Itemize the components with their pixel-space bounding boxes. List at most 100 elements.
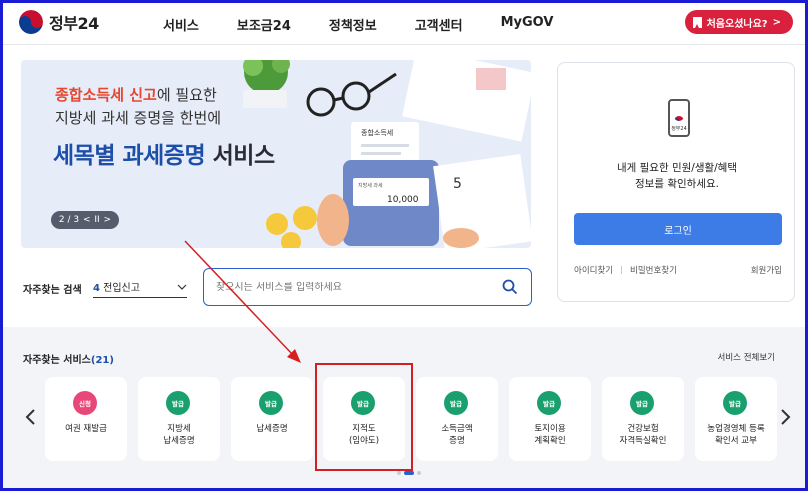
popular-search-rank: 4 (93, 283, 100, 294)
receipt-title: 종합소득세 (361, 128, 393, 137)
service-label-line1: 여권 재발급 (65, 424, 107, 434)
mobile-phone-icon: 정부24 (668, 99, 690, 137)
service-label-line1: 건강보험 (627, 424, 659, 434)
login-card: 정부24 내게 필요한 민원/생활/혜택 정보를 확인하세요. 로그인 아이디찾… (557, 62, 795, 302)
search-icon[interactable] (502, 279, 518, 295)
calendar-day: 5 (453, 176, 462, 192)
service-card[interactable]: 발급 납세증명 (231, 377, 313, 461)
popular-search-value: 4 전입신고 (93, 279, 140, 294)
hand-image (317, 194, 349, 246)
login-desc-line2: 정보를 확인하세요. (635, 178, 719, 190)
service-badge: 발급 (444, 391, 468, 415)
service-label: 토지이용계획확인 (509, 423, 591, 447)
service-label-line1: 지적도 (352, 424, 376, 434)
carousel-dot-active[interactable] (404, 471, 414, 475)
service-card[interactable]: 발급 토지이용계획확인 (509, 377, 591, 461)
service-card[interactable]: 발급 소득금액증명 (416, 377, 498, 461)
taegeuk-logo-icon (19, 10, 43, 34)
service-label: 건강보험자격득실확인 (602, 423, 684, 447)
service-badge: 발급 (259, 391, 283, 415)
service-card[interactable]: 발급 지방세납세증명 (138, 377, 220, 461)
service-badge: 신청 (73, 391, 97, 415)
link-divider (621, 266, 622, 274)
banner-title-blue: 세목별 과세증명 (53, 143, 206, 169)
page-frame: 정부24 서비스 보조금24 정책정보 고객센터 MyGOV 처음오셨나요? > (0, 0, 808, 491)
chart-sheet-icon (476, 68, 506, 90)
search-input[interactable] (216, 281, 486, 293)
banner-line1: 종합소득세 신고에 필요한 (55, 84, 217, 105)
find-password-link[interactable]: 비밀번호찾기 (630, 264, 677, 276)
service-card[interactable]: 신청 여권 재발급 (45, 377, 127, 461)
site-header: 정부24 서비스 보조금24 정책정보 고객센터 MyGOV 처음오셨나요? > (3, 3, 805, 45)
calc-label: 지방세 과세 (358, 182, 383, 189)
favorite-services: 자주찾는 서비스(21) 서비스 전체보기 신청 여권 재발급 발급 지방세 납세… (3, 327, 805, 488)
favorites-count: (21) (90, 355, 114, 366)
popular-search-select[interactable]: 4 전입신고 (93, 276, 187, 298)
service-card[interactable]: 발급 지적도 (임야도) (323, 377, 405, 461)
banner-title-dark: 서비스 (205, 143, 275, 169)
service-label-line1: 지방세 (167, 424, 191, 434)
service-label-line1: 토지이용 (534, 424, 566, 434)
nav-item-subsidy24[interactable]: 보조금24 (237, 15, 291, 34)
logo[interactable]: 정부24 (19, 10, 99, 34)
service-label-line1: 농업경영체 등록 (707, 424, 765, 434)
service-label-line2: (임야도) (348, 436, 380, 446)
banner-line2: 지방세 과세 증명을 한번에 (55, 109, 222, 127)
first-visit-button[interactable]: 처음오셨나요? > (684, 10, 793, 34)
service-badge: 발급 (723, 391, 747, 415)
signup-link[interactable]: 회원가입 (751, 264, 782, 276)
main-nav: 서비스 보조금24 정책정보 고객센터 MyGOV (163, 15, 591, 34)
pager-prev-button[interactable]: < (83, 215, 91, 225)
carousel-dots (397, 471, 421, 475)
service-label-line2: 계획확인 (534, 436, 566, 446)
pager-count: 2 / 3 (58, 215, 80, 225)
banner-line1-rest: 에 필요한 (156, 86, 217, 104)
glasses-icon (306, 72, 397, 117)
service-label-line2: 자격득실확인 (619, 436, 667, 446)
pager-pause-button[interactable]: II (94, 215, 99, 225)
service-badge: 발급 (166, 391, 190, 415)
service-label-line1: 소득금액 (441, 424, 473, 434)
coins-icon (266, 206, 317, 248)
document-image (402, 60, 531, 142)
chevron-left-icon[interactable] (25, 409, 37, 425)
service-label: 지방세납세증명 (138, 423, 220, 447)
carousel-dot[interactable] (417, 471, 421, 475)
service-label-line2: 증명 (449, 436, 465, 446)
service-label-line2: 납세증명 (163, 436, 195, 446)
service-badge: 발급 (630, 391, 654, 415)
service-card[interactable]: 발급 농업경영체 등록확인서 교부 (695, 377, 777, 461)
service-label: 소득금액증명 (416, 423, 498, 447)
carousel-dot[interactable] (397, 471, 401, 475)
banner-pager: 2 / 3 < II > (51, 211, 119, 229)
login-desc-line1: 내게 필요한 민원/생활/혜택 (616, 162, 737, 174)
service-label: 지적도 (임야도) (323, 423, 405, 447)
banner-highlight: 종합소득세 신고 (55, 86, 157, 104)
popular-search-term: 전입신고 (103, 283, 140, 294)
view-all-services-link[interactable]: 서비스 전체보기 (718, 351, 775, 363)
service-label: 농업경영체 등록확인서 교부 (695, 423, 777, 447)
nav-item-mygov[interactable]: MyGOV (501, 15, 554, 34)
nav-item-policy[interactable]: 정책정보 (329, 15, 377, 34)
chevron-right-icon[interactable] (779, 409, 791, 425)
login-button[interactable]: 로그인 (574, 213, 782, 245)
service-card[interactable]: 발급 건강보험자격득실확인 (602, 377, 684, 461)
service-label-line2: 확인서 교부 (715, 436, 757, 446)
banner-title: 세목별 과세증명 서비스 (53, 136, 275, 170)
service-label: 여권 재발급 (45, 423, 127, 435)
login-description: 내게 필요한 민원/생활/혜택 정보를 확인하세요. (558, 160, 796, 192)
phone-app-label: 정부24 (671, 126, 687, 132)
service-label-line1: 납세증명 (256, 424, 288, 434)
service-badge: 발급 (351, 391, 375, 415)
service-label: 납세증명 (231, 423, 313, 435)
nav-item-services[interactable]: 서비스 (163, 15, 199, 34)
search-label: 자주찾는 검색 (23, 285, 82, 296)
search-box[interactable] (203, 268, 532, 306)
nav-item-support[interactable]: 고객센터 (415, 15, 463, 34)
pager-next-button[interactable]: > (104, 215, 112, 225)
taegeuk-small-icon (674, 111, 684, 121)
service-badge: 발급 (537, 391, 561, 415)
bookmark-icon (692, 16, 702, 28)
find-id-link[interactable]: 아이디찾기 (574, 264, 613, 276)
promo-banner[interactable]: 종합소득세 지방세 과세 10,000 5 종합소득세 신고에 필요한 지방세 (21, 60, 531, 248)
